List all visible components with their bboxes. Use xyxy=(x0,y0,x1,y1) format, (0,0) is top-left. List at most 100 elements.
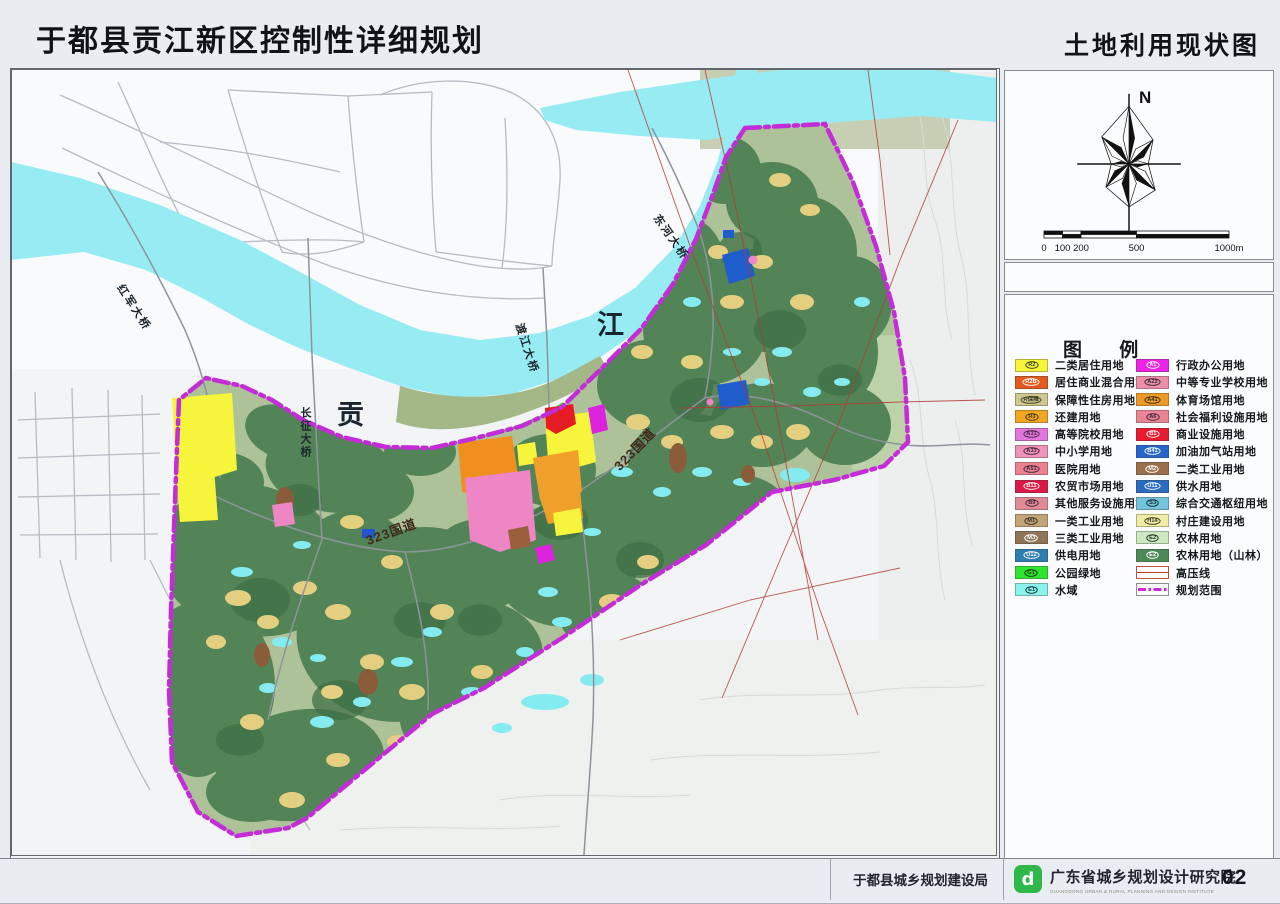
land-use-code: R3 xyxy=(1025,413,1038,421)
legend-item-label: 高压线 xyxy=(1176,565,1211,581)
land-use-map xyxy=(11,69,997,856)
legend-item-label: 中等专业学校用地 xyxy=(1176,374,1268,390)
legend-item-label: 其他服务设施用地 xyxy=(1055,495,1147,511)
legend-item-label: 中小学用地 xyxy=(1055,443,1113,459)
color-swatch: A41 xyxy=(1136,393,1169,406)
legend: 图 例 R2二类居住用地R2B居住商业混合用地R保障保障性住房用地R3还建用地A… xyxy=(1004,294,1274,859)
land-use-code: M3 xyxy=(1025,534,1039,542)
land-use-code: U11 xyxy=(1145,482,1161,490)
legend-item-label: 还建用地 xyxy=(1055,409,1101,425)
page-title: 于都县贡江新区控制性详细规划 xyxy=(36,16,484,60)
legend-item: E2农林用地（山林） xyxy=(1136,549,1268,561)
legend-item: E2农林用地 xyxy=(1136,532,1268,544)
legend-item: R2B居住商业混合用地 xyxy=(1015,376,1147,388)
legend-item-label: 保障性住房用地 xyxy=(1055,392,1136,408)
scale-ticks: 0 100 200 500 1000m xyxy=(1041,243,1243,254)
color-swatch: R3 xyxy=(1015,410,1048,423)
land-use-code: U12 xyxy=(1023,551,1039,559)
color-swatch: E1 xyxy=(1015,583,1048,596)
legend-item: M2 二类工业用地 xyxy=(1136,463,1268,475)
scale-bar xyxy=(1044,231,1229,238)
color-swatch: A22 xyxy=(1136,376,1169,389)
legend-item: A41体育场馆用地 xyxy=(1136,394,1268,406)
legend-item-label: 行政办公用地 xyxy=(1176,357,1245,373)
color-swatch: B41 xyxy=(1136,445,1169,458)
footer-divider xyxy=(0,858,1280,859)
footer-org-right: 广东省城乡规划设计研究院 GUANGDONG URBAN & RURAL PLA… xyxy=(1050,866,1225,894)
footer-org-right-en: GUANGDONG URBAN & RURAL PLANNING AND DES… xyxy=(1050,889,1225,894)
svg-text:1000m: 1000m xyxy=(1214,243,1243,254)
legend-item: R2 二类居住用地 xyxy=(1015,359,1147,371)
titleblock-strip xyxy=(1004,262,1274,292)
legend-item-label: 水域 xyxy=(1055,582,1078,598)
legend-item: A51医院用地 xyxy=(1015,463,1147,475)
color-swatch: R2 xyxy=(1015,359,1048,372)
legend-item: A22 中等专业学校用地 xyxy=(1136,376,1268,388)
land-use-code: B41 xyxy=(1144,448,1160,456)
legend-right-column: A1 行政办公用地 A22 中等专业学校用地 A41体育场馆用地 A6 社会福利设施用地 B1… xyxy=(1136,359,1268,601)
footer-col-divider-2 xyxy=(1003,858,1004,900)
legend-item: A31 高等院校用地 xyxy=(1015,428,1147,440)
north-scale-box: N 0 100 200 500 1000m xyxy=(1004,70,1274,260)
river-name-char-gong: 贡 xyxy=(337,393,366,432)
color-swatch: G1 xyxy=(1015,566,1048,579)
legend-item-label: 农贸市场用地 xyxy=(1055,478,1124,494)
legend-item: B9其他服务设施用地 xyxy=(1015,497,1147,509)
sheet: 于都县贡江新区控制性详细规划 土地利用现状图 xyxy=(0,0,1280,904)
legend-item: H14 村庄建设用地 xyxy=(1136,515,1268,527)
legend-item-label: 社会福利设施用地 xyxy=(1176,409,1268,425)
land-use-code: R2B xyxy=(1023,378,1040,386)
sheet-number: 02 xyxy=(1222,866,1247,890)
legend-item-label: 商业设施用地 xyxy=(1176,426,1245,442)
bridge-label-changzheng: 长征大桥 xyxy=(297,407,313,459)
land-use-code: A22 xyxy=(1144,378,1160,386)
legend-item: U12供电用地 xyxy=(1015,549,1147,561)
legend-item: S3综合交通枢纽用地 xyxy=(1136,497,1268,509)
color-swatch: M3 xyxy=(1015,531,1048,544)
svg-text:0: 0 xyxy=(1041,243,1046,254)
footer-org-right-cn: 广东省城乡规划设计研究院 xyxy=(1050,866,1225,887)
land-use-code: A51 xyxy=(1023,465,1039,473)
legend-item: R保障保障性住房用地 xyxy=(1015,394,1147,406)
land-use-code: A33 xyxy=(1023,448,1039,456)
legend-item: R3 还建用地 xyxy=(1015,411,1147,423)
color-swatch: M1 xyxy=(1015,514,1048,527)
legend-item: M1一类工业用地 xyxy=(1015,515,1147,527)
land-use-code: A1 xyxy=(1146,361,1159,369)
legend-item-label: 高等院校用地 xyxy=(1055,426,1124,442)
legend-item-label: 规划范围 xyxy=(1176,582,1222,598)
land-use-code: A31 xyxy=(1023,430,1039,438)
legend-item: A33 中小学用地 xyxy=(1015,445,1147,457)
legend-item: A1 行政办公用地 xyxy=(1136,359,1268,371)
land-use-code: H14 xyxy=(1144,517,1160,525)
legend-item-label: 二类工业用地 xyxy=(1176,461,1245,477)
color-swatch: A51 xyxy=(1015,462,1048,475)
legend-item-label: 村庄建设用地 xyxy=(1176,513,1245,529)
color-swatch: R2B xyxy=(1015,376,1048,389)
land-use-code: R2 xyxy=(1025,361,1038,369)
land-use-code: M1 xyxy=(1025,517,1039,525)
color-swatch: A33 xyxy=(1015,445,1048,458)
legend-item: U11供水用地 xyxy=(1136,480,1268,492)
legend-item: B1 商业设施用地 xyxy=(1136,428,1268,440)
legend-item-label: 二类居住用地 xyxy=(1055,357,1124,373)
color-swatch: H14 xyxy=(1136,514,1169,527)
color-swatch: S3 xyxy=(1136,497,1169,510)
map-sheet-title: 土地利用现状图 xyxy=(940,26,1260,62)
land-use-code: G1 xyxy=(1025,569,1038,577)
footer-col-divider-1 xyxy=(830,858,831,900)
color-swatch: A1 xyxy=(1136,359,1169,372)
color-swatch: A6 xyxy=(1136,410,1169,423)
color-swatch: B1 xyxy=(1136,428,1169,441)
land-use-code: M2 xyxy=(1146,465,1160,473)
legend-item-label: 加油加气站用地 xyxy=(1176,443,1257,459)
legend-item: B11农贸市场用地 xyxy=(1015,480,1147,492)
svg-text:200: 200 xyxy=(1073,243,1089,254)
svg-text:500: 500 xyxy=(1129,243,1145,254)
north-label: N xyxy=(1139,88,1151,107)
legend-item-label: 农林用地 xyxy=(1176,530,1222,546)
land-use-code: E1 xyxy=(1025,586,1038,594)
legend-item: E1 水域 xyxy=(1015,584,1147,596)
svg-text:100: 100 xyxy=(1055,243,1071,254)
legend-item-label: 三类工业用地 xyxy=(1055,530,1124,546)
